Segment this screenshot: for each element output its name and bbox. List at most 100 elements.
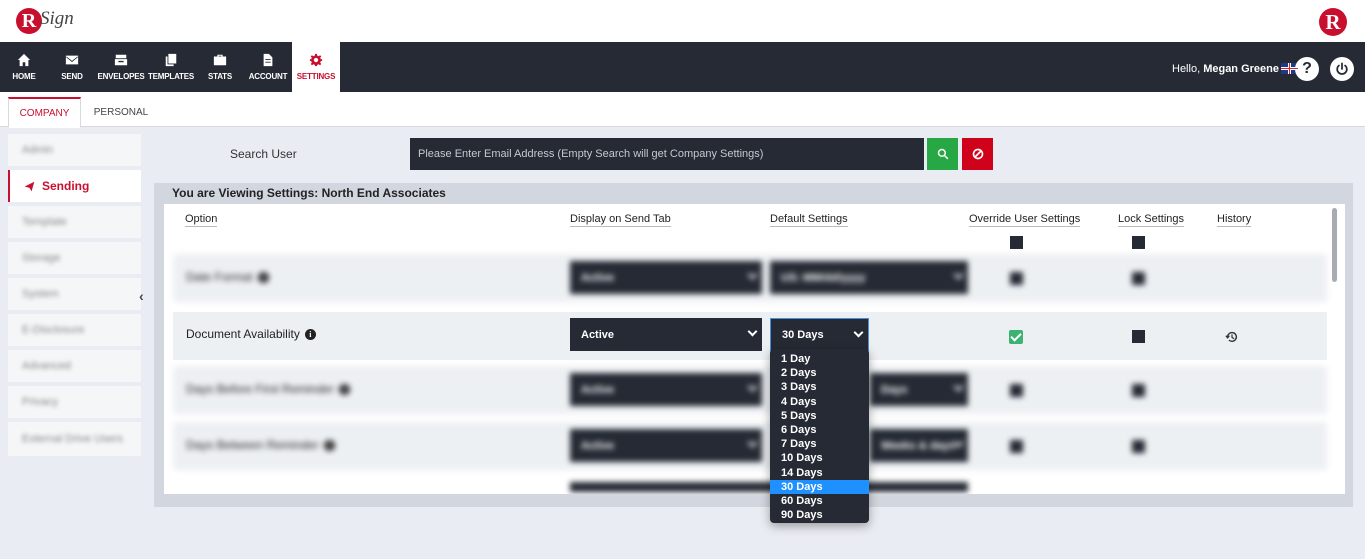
dropdown-option[interactable]: 7 Days (770, 437, 869, 451)
dropdown-option[interactable]: 6 Days (770, 423, 869, 437)
nav-send[interactable]: SEND (56, 42, 88, 92)
settings-panel: You are Viewing Settings: North End Asso… (154, 183, 1353, 507)
user-name[interactable]: Megan Greene (1203, 63, 1279, 75)
gear-icon (309, 53, 323, 67)
dropdown-option[interactable]: 60 Days (770, 494, 869, 508)
header-lock: Lock Settings (1118, 213, 1185, 227)
override-checkbox[interactable] (1010, 384, 1023, 397)
default-settings-select[interactable]: 30 Days (770, 318, 869, 351)
lock-settings-checkbox[interactable] (1132, 330, 1145, 343)
sidebar-item-label: Sending (42, 179, 90, 193)
dropdown-option[interactable]: 3 Days (770, 380, 869, 394)
dropdown-option[interactable]: 4 Days (770, 395, 869, 409)
table-scrollbar[interactable] (1332, 208, 1337, 282)
lock-checkbox[interactable] (1132, 272, 1145, 285)
search-icon (937, 148, 948, 160)
nav-templates[interactable]: TEMPLATES (146, 42, 196, 92)
clear-search-button[interactable] (962, 138, 993, 170)
nav-envelopes-label: ENVELOPES (97, 72, 145, 81)
search-button[interactable] (927, 138, 958, 170)
home-icon (17, 53, 31, 67)
rsign-logo[interactable]: R Sign (16, 7, 74, 35)
sidebar-item-template[interactable]: Template (8, 206, 141, 238)
tab-company[interactable]: COMPANY (8, 97, 81, 128)
default-unit-select[interactable]: Weeks & days (870, 429, 968, 462)
inbox-icon (114, 54, 128, 66)
nav-settings[interactable]: SETTINGS (292, 42, 340, 92)
logo-word: Sign (40, 8, 74, 29)
sidebar-item-storage[interactable]: Storage (8, 242, 141, 274)
header-display: Display on Send Tab (570, 213, 671, 227)
copy-icon (165, 53, 177, 67)
history-icon[interactable] (1225, 330, 1239, 344)
override-checkbox[interactable] (1010, 272, 1023, 285)
display-select[interactable] (570, 482, 968, 492)
greeting-text: Hello, (1172, 63, 1201, 75)
nav-stats-label: STATS (207, 72, 233, 81)
nav-account[interactable]: ACCOUNT (246, 42, 290, 92)
header-option: Option (185, 213, 218, 227)
paper-plane-icon (24, 181, 35, 191)
header-override: Override User Settings (969, 213, 1081, 227)
nav-home[interactable]: HOME (8, 42, 40, 92)
nav-settings-label: SETTINGS (296, 72, 336, 81)
dropdown-option[interactable]: 2 Days (770, 366, 869, 380)
lock-checkbox[interactable] (1132, 440, 1145, 453)
sidebar-item-system[interactable]: System (8, 278, 141, 310)
display-select[interactable]: Active (570, 261, 762, 294)
sidebar-item-edisclosure[interactable]: E-Disclosure (8, 314, 141, 346)
override-all-checkbox[interactable] (1010, 236, 1023, 249)
lock-all-checkbox[interactable] (1132, 236, 1145, 249)
dropdown-option[interactable]: 5 Days (770, 409, 869, 423)
header-default: Default Settings (770, 213, 848, 227)
nav-stats[interactable]: STATS (204, 42, 236, 92)
help-button[interactable]: ? (1295, 57, 1319, 81)
power-button[interactable] (1330, 57, 1354, 81)
top-header: R Sign R (0, 0, 1365, 42)
dropdown-option[interactable]: 90 Days (770, 508, 869, 522)
ban-icon (972, 148, 983, 160)
document-icon (263, 53, 273, 67)
panel-title: You are Viewing Settings: North End Asso… (172, 186, 446, 200)
sidebar-item-privacy[interactable]: Privacy (8, 386, 141, 418)
dropdown-option[interactable]: 14 Days (770, 466, 869, 480)
dropdown-option-selected[interactable]: 30 Days (770, 479, 869, 494)
display-select[interactable]: Active (570, 373, 762, 406)
row-option-label: Document Availability i (186, 327, 316, 341)
dropdown-option[interactable]: 1 Day (770, 352, 869, 366)
nav-send-label: SEND (61, 72, 83, 81)
nav-envelopes[interactable]: ENVELOPES (96, 42, 146, 92)
days-dropdown-list: 1 Day 2 Days 3 Days 4 Days 5 Days 6 Days… (770, 349, 869, 523)
nav-account-label: ACCOUNT (248, 72, 288, 81)
sidebar-item-admin[interactable]: Admin (8, 134, 141, 166)
default-unit-select[interactable]: Days (870, 373, 968, 406)
collapse-sidebar-icon[interactable]: ‹ (139, 288, 144, 304)
sidebar-item-external-drive[interactable]: External Drive Users (8, 422, 141, 456)
brand-badge: R (1319, 8, 1347, 36)
dropdown-option[interactable]: 10 Days (770, 451, 869, 465)
search-input[interactable] (410, 138, 924, 170)
sidebar-item-advanced[interactable]: Advanced (8, 350, 141, 382)
settings-tabs: COMPANY PERSONAL (0, 92, 1365, 128)
override-checkbox[interactable] (1010, 440, 1023, 453)
sidebar-item-sending[interactable]: Sending (8, 170, 141, 202)
display-on-send-select[interactable]: Active (570, 318, 762, 351)
row-option-label: Days Between Reminder i (186, 438, 335, 452)
tab-personal[interactable]: PERSONAL (85, 97, 157, 127)
user-greeting: Hello, Megan Greene (1172, 63, 1279, 75)
logo-letter: R (16, 8, 42, 34)
header-history: History (1217, 213, 1252, 227)
row-option-label: Date Format i (186, 270, 269, 284)
table-row-document-availability: Document Availability i Active 30 Days (173, 312, 1327, 360)
info-icon[interactable]: i (304, 328, 316, 340)
nav-templates-label: TEMPLATES (147, 72, 195, 81)
row-option-label: Days Before First Reminder i (186, 382, 351, 396)
table-row: Days Between Reminder i Active Weeks & da… (173, 422, 1327, 470)
nav-home-label: HOME (12, 72, 36, 81)
display-select[interactable]: Active (570, 429, 762, 462)
lock-checkbox[interactable] (1132, 384, 1145, 397)
default-select[interactable]: US: MM/dd/yyyy (770, 261, 968, 294)
envelope-icon (65, 55, 79, 65)
table-row: Days Before First Reminder i Active Days (173, 366, 1327, 414)
override-user-checkbox[interactable] (1009, 330, 1023, 344)
